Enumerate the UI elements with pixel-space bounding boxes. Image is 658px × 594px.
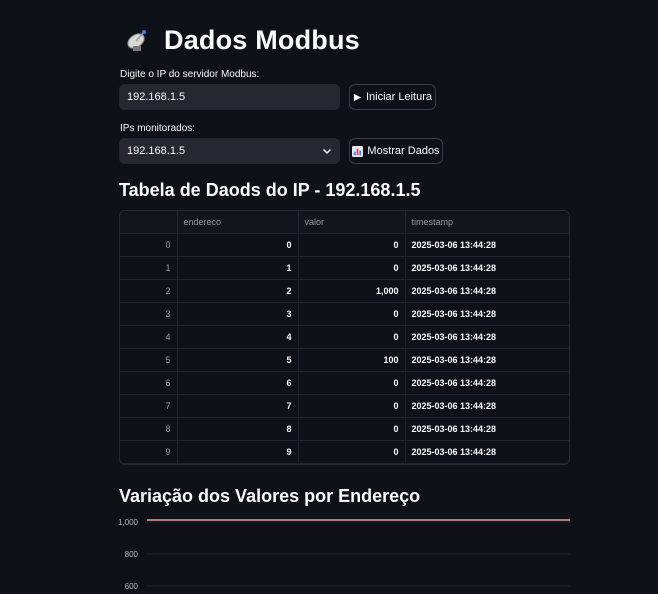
endereco-cell[interactable]: 4 <box>177 325 299 349</box>
valor-cell[interactable]: 0 <box>298 371 406 395</box>
ip-input-value: 192.168.1.5 <box>127 91 186 103</box>
table-row[interactable]: 2 2 1,000 2025-03-06 13:44:28 <box>120 279 569 303</box>
endereco-cell[interactable]: 9 <box>177 440 299 464</box>
column-header-valor[interactable]: valor <box>298 211 406 234</box>
valor-cell[interactable]: 0 <box>298 394 406 418</box>
valor-cell[interactable]: 0 <box>298 302 406 326</box>
monitored-ips-label: IPs monitorados: <box>120 123 196 134</box>
y-tick-label: 1,000 <box>118 518 139 527</box>
start-reading-label: Iniciar Leitura <box>365 91 433 103</box>
column-header-timestamp[interactable]: timestamp <box>405 211 569 234</box>
timestamp-cell[interactable]: 2025-03-06 13:44:28 <box>405 394 569 418</box>
bar-chart-icon <box>352 145 364 157</box>
table-row[interactable]: 6 6 0 2025-03-06 13:44:28 <box>120 371 569 395</box>
timestamp-cell[interactable]: 2025-03-06 13:44:28 <box>405 440 569 464</box>
empty-cell <box>177 463 299 464</box>
row-index-cell[interactable]: 8 <box>120 417 178 441</box>
timestamp-cell[interactable]: 2025-03-06 13:44:28 <box>405 325 569 349</box>
valor-cell[interactable]: 0 <box>298 325 406 349</box>
start-reading-button[interactable]: Iniciar Leitura <box>349 84 436 110</box>
table-header-row: endereco valor timestamp <box>120 211 569 234</box>
table-row[interactable]: 5 5 100 2025-03-06 13:44:28 <box>120 348 569 372</box>
valor-cell[interactable]: 0 <box>298 256 406 280</box>
endereco-cell[interactable]: 1 <box>177 256 299 280</box>
table-row[interactable]: 7 7 0 2025-03-06 13:44:28 <box>120 394 569 418</box>
row-index-cell[interactable]: 9 <box>120 440 178 464</box>
endereco-cell[interactable]: 3 <box>177 302 299 326</box>
timestamp-cell[interactable]: 2025-03-06 13:44:28 <box>405 233 569 257</box>
y-tick-label: 600 <box>125 582 139 591</box>
timestamp-cell[interactable]: 2025-03-06 13:44:28 <box>405 348 569 372</box>
table-row[interactable]: 9 9 0 2025-03-06 13:44:28 <box>120 440 569 464</box>
valor-cell[interactable]: 100 <box>298 348 406 372</box>
table-row <box>120 463 569 464</box>
endereco-cell[interactable]: 7 <box>177 394 299 418</box>
valor-cell[interactable]: 0 <box>298 417 406 441</box>
page-title: Dados Modbus <box>164 24 360 55</box>
endereco-cell[interactable]: 0 <box>177 233 299 257</box>
empty-cell <box>298 463 406 464</box>
chevron-down-icon <box>322 148 332 155</box>
ip-input-label: Digite o IP do servidor Modbus: <box>120 69 260 80</box>
monitored-ips-select[interactable]: 192.168.1.5 <box>119 138 340 164</box>
row-index-cell[interactable]: 0 <box>120 233 178 257</box>
row-index-cell[interactable]: 1 <box>120 256 178 280</box>
page-header: Dados Modbus <box>124 20 360 60</box>
row-index-cell[interactable]: 6 <box>120 371 178 395</box>
timestamp-cell[interactable]: 2025-03-06 13:44:28 <box>405 417 569 441</box>
table-row[interactable]: 1 1 0 2025-03-06 13:44:28 <box>120 256 569 280</box>
row-index-cell[interactable]: 7 <box>120 394 178 418</box>
row-index-cell[interactable]: 3 <box>120 302 178 326</box>
data-table[interactable]: endereco valor timestamp 0 0 0 2025-03-06 1… <box>119 210 570 465</box>
endereco-cell[interactable]: 5 <box>177 348 299 372</box>
show-data-label: Mostrar Dados <box>367 145 440 157</box>
timestamp-cell[interactable]: 2025-03-06 13:44:28 <box>405 256 569 280</box>
ip-input[interactable]: 192.168.1.5 <box>119 84 340 110</box>
valor-cell[interactable]: 1,000 <box>298 279 406 303</box>
row-index-cell[interactable]: 5 <box>120 348 178 372</box>
show-data-button[interactable]: Mostrar Dados <box>349 138 443 164</box>
table-row[interactable]: 4 4 0 2025-03-06 13:44:28 <box>120 325 569 349</box>
endereco-cell[interactable]: 6 <box>177 371 299 395</box>
timestamp-cell[interactable]: 2025-03-06 13:44:28 <box>405 302 569 326</box>
column-header-endereco[interactable]: endereco <box>177 211 299 234</box>
row-index-cell[interactable]: 2 <box>120 279 178 303</box>
chart-title: Variação dos Valores por Endereço <box>119 486 421 506</box>
play-icon <box>353 93 362 101</box>
empty-cell <box>405 463 569 464</box>
valor-cell[interactable]: 0 <box>298 440 406 464</box>
endereco-cell[interactable]: 2 <box>177 279 299 303</box>
y-tick-label: 800 <box>125 550 139 559</box>
table-row[interactable]: 0 0 0 2025-03-06 13:44:28 <box>120 233 569 257</box>
table-row[interactable]: 3 3 0 2025-03-06 13:44:28 <box>120 302 569 326</box>
column-header-index[interactable] <box>120 211 178 234</box>
timestamp-cell[interactable]: 2025-03-06 13:44:28 <box>405 279 569 303</box>
table-row[interactable]: 8 8 0 2025-03-06 13:44:28 <box>120 417 569 441</box>
table-title: Tabela de Daods do IP - 192.168.1.5 <box>119 180 421 200</box>
values-line-chart[interactable]: 1,000 800 600 <box>110 510 580 594</box>
timestamp-cell[interactable]: 2025-03-06 13:44:28 <box>405 371 569 395</box>
satellite-dish-icon <box>127 30 146 51</box>
row-index-cell[interactable]: 4 <box>120 325 178 349</box>
endereco-cell[interactable]: 8 <box>177 417 299 441</box>
valor-cell[interactable]: 0 <box>298 233 406 257</box>
empty-cell <box>120 463 178 464</box>
monitored-ips-selected: 192.168.1.5 <box>127 145 186 157</box>
